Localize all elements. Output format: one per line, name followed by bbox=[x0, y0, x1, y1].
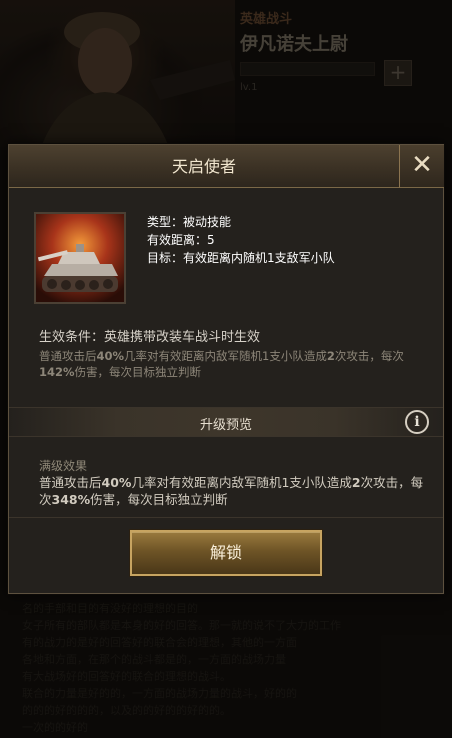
skill-target: 目标：有效距离内随机1支敌军小队 bbox=[147, 251, 335, 265]
info-icon[interactable]: i bbox=[405, 410, 429, 434]
skill-type: 类型：被动技能 bbox=[147, 215, 232, 229]
max-level-label: 满级效果 bbox=[39, 459, 88, 473]
desc-value: 348% bbox=[51, 492, 91, 507]
tank-icon bbox=[34, 212, 126, 304]
effect-description: 普通攻击后40%几率对有效距离内敌军随机1支小队造成2次攻击，每次 142%伤害，… bbox=[39, 348, 419, 380]
desc-value: 2 bbox=[351, 475, 361, 490]
desc-text: 伤害，每次目标独立判断 bbox=[74, 365, 202, 379]
skill-range: 有效距离：5 bbox=[147, 233, 215, 247]
desc-text: 伤害，每次目标独立判断 bbox=[90, 492, 228, 507]
desc-text: 普通攻击后 bbox=[39, 349, 97, 363]
upgrade-preview-bar: 升级预览 i bbox=[9, 407, 443, 437]
divider bbox=[9, 517, 443, 518]
desc-text: 几率对有效距离内敌军随机1支小队造成 bbox=[131, 475, 352, 490]
close-icon: ✕ bbox=[411, 150, 433, 180]
close-button[interactable]: ✕ bbox=[399, 145, 444, 188]
skill-info: 类型：被动技能 有效距离：5 目标：有效距离内随机1支敌军小队 bbox=[147, 213, 335, 267]
effect-condition: 生效条件：英雄携带改装车战斗时生效 bbox=[39, 330, 261, 345]
desc-value: 40% bbox=[101, 475, 132, 490]
desc-value: 40% bbox=[96, 349, 125, 363]
max-level-description: 普通攻击后40%几率对有效距离内敌军随机1支小队造成2次攻击，每次348%伤害，… bbox=[39, 474, 424, 508]
dialog-title: 天启使者 bbox=[9, 145, 399, 188]
desc-text: 普通攻击后 bbox=[39, 475, 102, 490]
unlock-button[interactable]: 解锁 bbox=[130, 530, 322, 576]
desc-value: 2 bbox=[326, 349, 335, 363]
desc-text: 几率对有效距离内敌军随机1支小队造成 bbox=[124, 349, 327, 363]
desc-text: 次攻击，每次 bbox=[334, 349, 404, 363]
upgrade-preview-label: 升级预览 bbox=[199, 418, 252, 433]
skill-dialog: 天启使者 ✕ 类型：被动技能 有效距离：5 目标：有效距离内随机1支敌军小队 生… bbox=[8, 144, 444, 594]
desc-value: 142% bbox=[39, 365, 75, 379]
